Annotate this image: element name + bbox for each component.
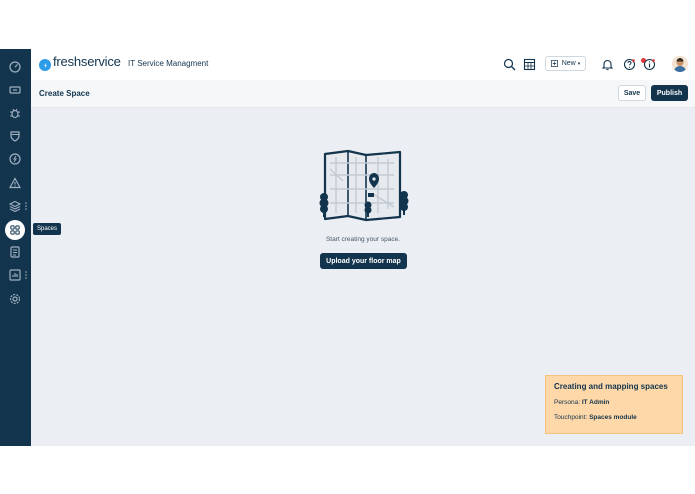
new-button-label: New [561, 60, 576, 67]
publish-button[interactable]: Publish [651, 85, 688, 101]
note-title: Creating and mapping spaces [554, 382, 668, 391]
spaces-tooltip: Spaces [33, 223, 62, 235]
dashboard-icon[interactable] [8, 60, 22, 74]
more-dots-icon[interactable] [25, 202, 27, 210]
plus-square-icon [550, 60, 558, 67]
brand-name[interactable]: freshservice [53, 54, 121, 69]
avatar[interactable] [672, 56, 688, 72]
layers-icon[interactable] [8, 199, 22, 213]
notification-icon[interactable] [601, 58, 614, 71]
alert-icon[interactable] [8, 176, 22, 190]
shield-icon[interactable] [8, 129, 22, 143]
more-dots-icon[interactable] [25, 271, 27, 279]
calendar-icon[interactable] [523, 58, 536, 71]
search-icon[interactable] [503, 58, 516, 71]
floor-map-illustration [319, 149, 409, 222]
touchpoint-value: Spaces module [589, 414, 637, 421]
freshservice-logo-icon[interactable] [39, 59, 51, 71]
spaces-icon [10, 225, 20, 235]
note-touchpoint: Touchpoint: Spaces module [554, 414, 674, 421]
empty-state-text: Start creating your space. [325, 236, 401, 243]
app-subtitle: IT Service Managment [128, 59, 209, 68]
sidebar [0, 49, 31, 446]
chevron-down-icon: ▾ [577, 60, 581, 67]
info-icon[interactable] [643, 58, 656, 71]
settings-icon[interactable] [8, 292, 22, 306]
app-frame: Spaces freshservice IT Service Managment… [0, 49, 695, 446]
note-persona: Persona: IT Admin [554, 399, 674, 406]
persona-value: IT Admin [581, 399, 610, 406]
help-icon[interactable] [623, 58, 636, 71]
save-button[interactable]: Save [618, 85, 646, 101]
touchpoint-label: Touchpoint: [554, 414, 588, 421]
page-title: Create Space [39, 89, 90, 98]
top-bar: freshservice IT Service Managment New ▾ [31, 49, 695, 81]
persona-label: Persona: [554, 399, 581, 406]
sidebar-item-spaces[interactable] [5, 220, 25, 240]
bug-icon[interactable] [8, 106, 22, 120]
changes-icon[interactable] [8, 152, 22, 166]
reports-icon[interactable] [8, 268, 22, 282]
new-button[interactable]: New ▾ [545, 56, 586, 71]
persona-note: Creating and mapping spaces Persona: IT … [545, 375, 683, 434]
tickets-icon[interactable] [8, 83, 22, 97]
page-header: Create Space Save Publish [31, 80, 695, 108]
document-icon[interactable] [8, 245, 22, 259]
upload-floor-map-button[interactable]: Upload your floor map [320, 253, 407, 269]
